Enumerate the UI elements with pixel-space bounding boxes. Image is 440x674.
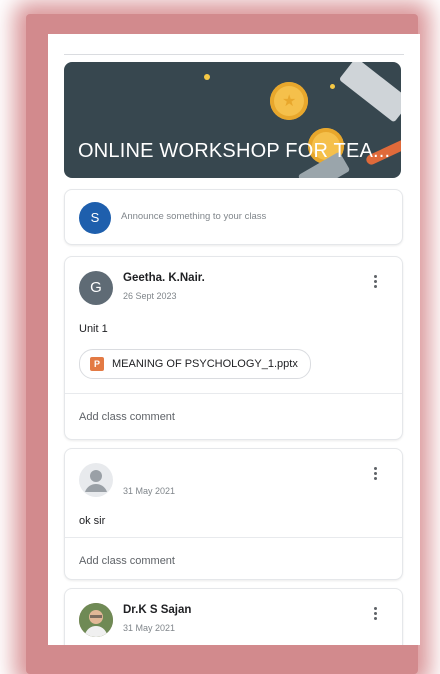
avatar: S <box>79 202 111 234</box>
class-banner[interactable]: ★ ONLINE WORKSHOP FOR TEA... <box>64 62 401 178</box>
announce-box[interactable]: S Announce something to your class <box>64 189 403 245</box>
coin-illustration: ★ <box>270 82 308 120</box>
top-divider <box>64 54 404 55</box>
post-author: Geetha. K.Nair. <box>123 272 205 284</box>
post-date: 31 May 2021 <box>123 623 176 633</box>
post-text: Unit 1 <box>79 323 108 335</box>
classroom-stream: ★ ONLINE WORKSHOP FOR TEA... S Announce … <box>48 34 420 645</box>
divider <box>65 537 402 538</box>
powerpoint-icon: P <box>90 357 104 371</box>
add-comment-input[interactable]: Add class comment <box>79 555 175 567</box>
add-comment-input[interactable]: Add class comment <box>79 411 175 423</box>
divider <box>65 393 402 394</box>
post-date: 26 Sept 2023 <box>123 291 177 301</box>
post-author: Dr.K S Sajan <box>123 604 192 616</box>
attachment-name: MEANING OF PSYCHOLOGY_1.pptx <box>112 358 298 370</box>
post-card: G Geetha. K.Nair. 26 Sept 2023 Unit 1 P … <box>64 256 403 440</box>
person-icon <box>85 470 107 492</box>
more-options-icon[interactable] <box>374 467 378 483</box>
profile-photo <box>79 603 113 637</box>
post-card: Dr.K S Sajan 31 May 2021 <box>64 588 403 645</box>
attachment-chip[interactable]: P MEANING OF PSYCHOLOGY_1.pptx <box>79 349 311 379</box>
banner-dot <box>330 84 335 89</box>
avatar <box>79 463 113 497</box>
pen-illustration <box>338 62 401 123</box>
announce-placeholder: Announce something to your class <box>121 211 267 222</box>
post-text: ok sir <box>79 515 106 527</box>
more-options-icon[interactable] <box>374 607 378 623</box>
class-title: ONLINE WORKSHOP FOR TEA... <box>78 140 391 162</box>
post-date: 31 May 2021 <box>123 486 176 496</box>
avatar <box>79 603 113 637</box>
more-options-icon[interactable] <box>374 275 378 291</box>
banner-dot <box>204 74 210 80</box>
post-card: 31 May 2021 ok sir Add class comment <box>64 448 403 580</box>
avatar: G <box>79 271 113 305</box>
